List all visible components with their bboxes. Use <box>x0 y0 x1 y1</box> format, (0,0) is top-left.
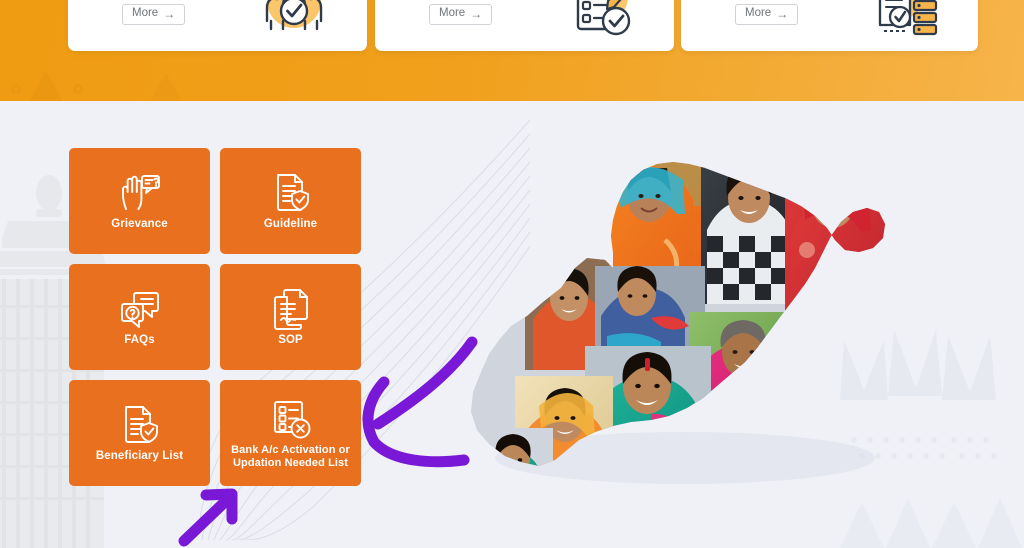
tile-label: Guideline <box>263 217 318 230</box>
documents-signature-icon <box>269 287 313 331</box>
tile-grievance[interactable]: Grievance <box>69 148 210 254</box>
more-button-label: More <box>439 7 466 20</box>
arrow-right-icon: → <box>470 7 483 21</box>
odisha-map-svg <box>471 162 885 484</box>
tile-faqs[interactable]: FAQs <box>69 264 210 370</box>
more-button-card-2[interactable]: More → <box>429 4 493 25</box>
hand-question-bubble-icon <box>118 171 162 215</box>
tile-beneficiary-list[interactable]: Beneficiary List <box>69 380 210 486</box>
top-orange-banner: More → More → More → <box>0 0 1024 101</box>
banner-pattern-decoration <box>11 71 182 101</box>
chat-bubbles-question-icon <box>118 287 162 331</box>
more-button-label: More <box>132 7 159 20</box>
document-shield-check-icon <box>269 171 313 215</box>
tile-label: Grievance <box>111 217 168 230</box>
banner-card-1[interactable]: More → <box>68 0 367 51</box>
odisha-map-photo-collage <box>455 140 915 505</box>
page-root: More → More → More → Grievance Guideline… <box>0 0 1024 548</box>
more-button-card-3[interactable]: More → <box>735 4 799 25</box>
arrow-right-icon: → <box>776 7 789 21</box>
banner-card-2[interactable]: More → <box>375 0 674 51</box>
tile-sop[interactable]: SOP <box>220 264 361 370</box>
tile-label: SOP <box>278 333 303 346</box>
tile-label: Bank A/c Activation or Updation Needed L… <box>231 443 350 469</box>
arrow-right-icon: → <box>163 7 176 21</box>
banner-card-3[interactable]: More → <box>681 0 978 51</box>
group-people-check-icon <box>265 0 323 31</box>
more-button-card-1[interactable]: More → <box>122 4 186 25</box>
tile-guideline[interactable]: Guideline <box>220 148 361 254</box>
list-shield-check-icon <box>118 403 162 447</box>
checklist-x-circle-icon <box>269 397 313 441</box>
tile-label: Beneficiary List <box>95 449 184 462</box>
tile-label: FAQs <box>124 333 155 346</box>
clipboard-checklist-check-icon <box>576 0 631 36</box>
quick-links-tile-grid: Grievance Guideline FAQs SOP Beneficiary… <box>69 148 361 486</box>
document-gear-server-icon <box>878 0 938 36</box>
tile-bank-account-activation-or-updation-needed-list[interactable]: Bank A/c Activation or Updation Needed L… <box>220 380 361 486</box>
more-button-label: More <box>745 7 772 20</box>
